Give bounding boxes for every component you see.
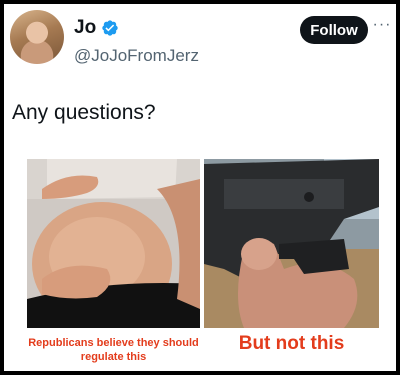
author-row: Jo	[74, 17, 119, 39]
more-options-icon[interactable]: ···	[372, 16, 392, 36]
rifle-image[interactable]	[204, 159, 379, 328]
left-caption: Republicans believe they should regulate…	[28, 337, 199, 363]
right-caption: But not this	[238, 333, 345, 354]
pregnancy-illustration	[27, 159, 200, 328]
follow-button[interactable]: Follow	[300, 16, 368, 44]
avatar[interactable]	[10, 10, 64, 64]
verified-badge-icon	[102, 20, 118, 36]
rifle-illustration	[204, 159, 379, 328]
pregnancy-image[interactable]	[27, 159, 200, 328]
display-name[interactable]: Jo	[74, 17, 96, 39]
tweet-card: Jo @JoJoFromJerz Follow ··· Any question…	[4, 4, 396, 371]
user-handle[interactable]: @JoJoFromJerz	[74, 46, 199, 66]
tweet-text: Any questions?	[12, 101, 156, 124]
